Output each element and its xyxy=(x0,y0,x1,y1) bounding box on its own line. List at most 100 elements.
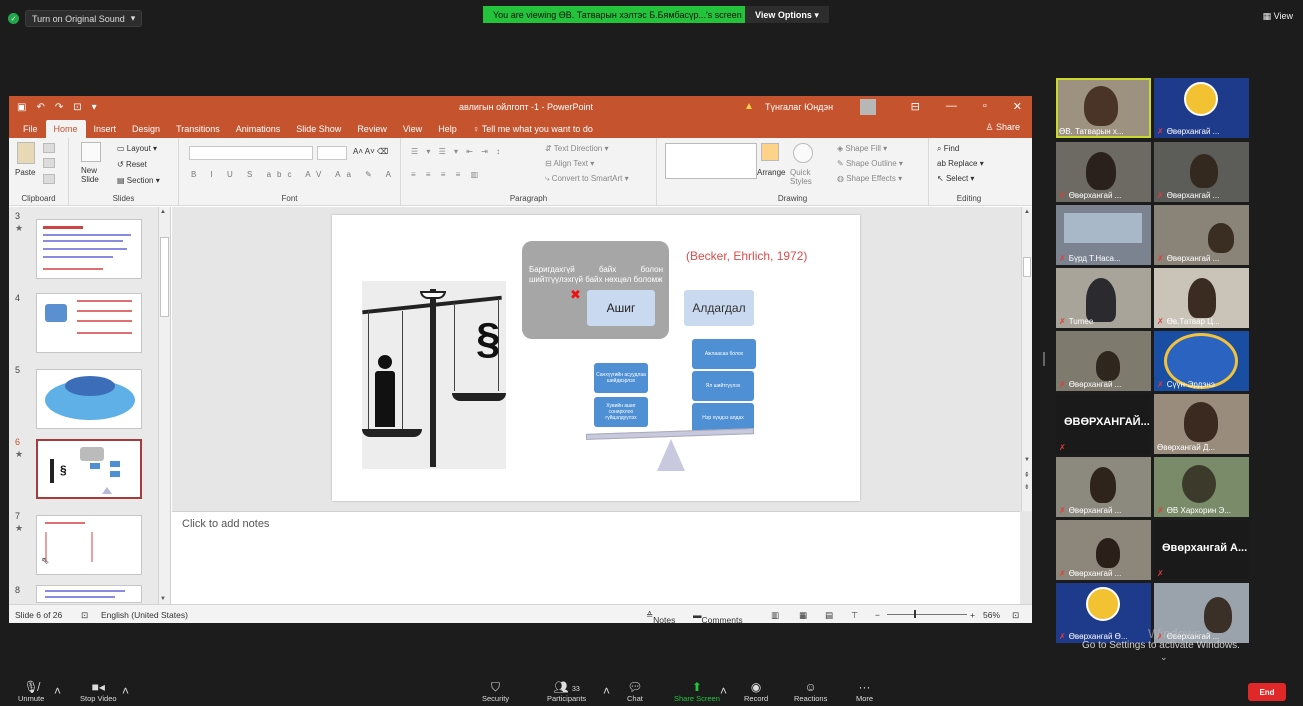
stop-video-button[interactable]: ■◂ Stop Video xyxy=(80,680,117,703)
panel-resize-handle[interactable] xyxy=(1043,352,1045,366)
format-painter-icon[interactable] xyxy=(43,174,55,184)
gallery-chevron-down-icon[interactable]: ⌄ xyxy=(1160,652,1168,663)
normal-view-icon[interactable]: ▥ xyxy=(771,610,779,621)
undo-icon[interactable]: ↶ xyxy=(36,102,44,113)
unmute-button[interactable]: 🎙︎̸ Unmute xyxy=(18,680,44,703)
tab-slide-show[interactable]: Slide Show xyxy=(288,120,349,138)
participant-tile[interactable]: ✗ Tumee xyxy=(1056,268,1151,328)
shape-fill-button[interactable]: ◈ Shape Fill ▾ xyxy=(837,144,887,153)
video-options-chevron[interactable]: ˄ xyxy=(122,684,129,698)
zoom-in-icon[interactable]: + xyxy=(970,610,975,620)
find-button[interactable]: ⌕ Find xyxy=(937,144,959,154)
chat-button[interactable]: 💬︎ Chat xyxy=(627,680,643,703)
tell-me-search[interactable]: ♀ Tell me what you want to do xyxy=(465,120,601,138)
next-slide-icon[interactable]: ⇟ xyxy=(1024,483,1030,491)
arrange-button[interactable]: Arrange xyxy=(757,168,785,177)
participant-tile[interactable]: ✗ Сүүн-Эрдэнэ xyxy=(1154,331,1249,391)
slideshow-view-icon[interactable]: ⊤ xyxy=(851,610,858,621)
share-options-chevron[interactable]: ˄ xyxy=(720,684,727,698)
cut-icon[interactable] xyxy=(43,143,55,153)
tab-design[interactable]: Design xyxy=(124,120,168,138)
participant-tile[interactable]: ✗ Өвөрхангай ... xyxy=(1056,520,1151,580)
new-slide-button[interactable]: New Slide xyxy=(81,166,107,184)
zoom-slider[interactable] xyxy=(887,614,967,615)
save-icon[interactable]: ▣ xyxy=(17,102,26,113)
tab-insert[interactable]: Insert xyxy=(86,120,125,138)
slide-thumbnail[interactable] xyxy=(36,369,142,429)
view-button[interactable]: ▦ View xyxy=(1263,11,1293,22)
scroll-up-icon[interactable]: ▲ xyxy=(1024,209,1030,215)
participant-tile[interactable]: ӨВ. Татварын х... xyxy=(1056,78,1151,138)
zoom-out-icon[interactable]: − xyxy=(875,610,880,620)
font-size-buttons[interactable]: A˄ A˅ ⌫ xyxy=(353,147,388,156)
slide-thumbnail[interactable] xyxy=(36,293,142,353)
scroll-down-icon[interactable]: ▼ xyxy=(1024,457,1030,463)
paste-button[interactable]: Paste xyxy=(15,168,35,177)
shape-outline-button[interactable]: ✎ Shape Outline ▾ xyxy=(837,159,903,168)
align-text-button[interactable]: ⊟ Align Text ▾ xyxy=(545,159,594,168)
comments-button[interactable]: ▬ Comments xyxy=(693,610,743,625)
fit-to-window-icon[interactable]: ⊡ xyxy=(1012,610,1019,621)
reading-view-icon[interactable]: ▤ xyxy=(825,610,833,621)
copy-icon[interactable] xyxy=(43,158,55,168)
paste-icon[interactable] xyxy=(17,142,35,164)
participant-tile[interactable]: Өвөрхангай Д... xyxy=(1154,394,1249,454)
scroll-thumb[interactable] xyxy=(160,237,169,317)
redo-icon[interactable]: ↷ xyxy=(55,102,63,113)
participant-tile[interactable]: ӨВӨРХАНГАЙ... ✗ xyxy=(1056,394,1151,454)
ribbon-display-icon[interactable]: ⊟ xyxy=(911,100,920,113)
thumbnail-scrollbar[interactable]: ▲ ▼ xyxy=(158,207,170,604)
audio-options-chevron[interactable]: ˄ xyxy=(54,684,61,698)
list-buttons[interactable]: ☰ ▾ ☰ ▾ ⇤ ⇥ ↕ xyxy=(411,147,503,156)
participant-tile[interactable]: Өвөрхангай А... ✗ xyxy=(1154,520,1249,580)
slide-thumbnail[interactable]: ⇖ xyxy=(36,515,142,575)
participant-tile[interactable]: ✗ Өвөрхангай ... xyxy=(1154,142,1249,202)
notes-button[interactable]: ≙ Notes xyxy=(646,610,675,625)
warning-icon[interactable]: ▲ xyxy=(744,101,754,112)
maximize-icon[interactable]: ▫ xyxy=(983,100,987,113)
end-meeting-button[interactable]: End xyxy=(1248,683,1286,701)
tab-transitions[interactable]: Transitions xyxy=(168,120,228,138)
scroll-up-icon[interactable]: ▲ xyxy=(160,209,166,215)
participant-tile[interactable]: ✗ Өвөрхангай Ө... xyxy=(1056,583,1151,643)
participants-chevron[interactable]: ˄ xyxy=(603,684,610,698)
participant-tile[interactable]: ✗ Өвөрхангай ... xyxy=(1154,78,1249,138)
quick-styles-button[interactable]: Quick Styles xyxy=(790,168,818,186)
chevron-down-icon[interactable]: ▾ xyxy=(131,13,136,24)
current-slide[interactable]: § Баригдахгүй байх болон шийтгүүлэхгүй б… xyxy=(332,215,860,501)
notes-pane[interactable]: Click to add notes xyxy=(172,511,1020,604)
tab-review[interactable]: Review xyxy=(349,120,395,138)
text-direction-button[interactable]: ⇵ Text Direction ▾ xyxy=(545,144,609,153)
slide-thumbnail-selected[interactable]: § xyxy=(36,439,142,499)
participant-tile[interactable]: ✗ Өв.Татвар Ц... xyxy=(1154,268,1249,328)
font-size-select[interactable] xyxy=(317,146,347,160)
close-icon[interactable]: ✕ xyxy=(1013,100,1022,113)
more-button[interactable]: ··· More xyxy=(856,680,873,703)
participant-tile[interactable]: ✗ Өвөрхангай ... xyxy=(1056,331,1151,391)
scroll-thumb[interactable] xyxy=(1023,257,1031,277)
font-style-buttons[interactable]: B I U S abc AV Aa ✎ A xyxy=(191,170,397,179)
tab-animations[interactable]: Animations xyxy=(228,120,289,138)
convert-smartart-button[interactable]: ⤷ Convert to SmartArt ▾ xyxy=(545,174,629,184)
shape-effects-button[interactable]: ◍ Shape Effects ▾ xyxy=(837,174,902,183)
slide-thumbnail[interactable] xyxy=(36,219,142,279)
scroll-down-icon[interactable]: ▼ xyxy=(160,596,166,602)
avatar[interactable] xyxy=(860,99,876,115)
participant-tile[interactable]: ✗ Өвөрхангай ... xyxy=(1056,142,1151,202)
select-button[interactable]: ↖ Select ▾ xyxy=(937,174,974,183)
spelling-icon[interactable]: ⊡ xyxy=(81,610,88,621)
view-options-button[interactable]: View Options ▾ xyxy=(745,6,829,23)
present-icon[interactable]: ⊡ xyxy=(73,102,81,113)
font-family-select[interactable] xyxy=(189,146,313,160)
tab-view[interactable]: View xyxy=(395,120,430,138)
original-sound-button[interactable]: Turn on Original Sound ▾ xyxy=(25,10,143,27)
slide-sorter-icon[interactable]: ▦ xyxy=(799,610,807,621)
editor-scrollbar[interactable]: ▲ ▼ ⇞ ⇟ xyxy=(1021,207,1032,511)
tab-file[interactable]: File xyxy=(15,120,46,138)
section-button[interactable]: ▤ Section ▾ xyxy=(117,176,160,185)
zoom-slider-thumb[interactable] xyxy=(914,610,916,618)
align-buttons[interactable]: ≡ ≡ ≡ ≡ ▥ xyxy=(411,170,482,179)
participant-tile[interactable]: ✗ Өвөрхангай ... xyxy=(1154,205,1249,265)
arrange-icon[interactable] xyxy=(761,143,779,161)
original-sound-control[interactable]: ✓ Turn on Original Sound ▾ xyxy=(8,10,143,27)
